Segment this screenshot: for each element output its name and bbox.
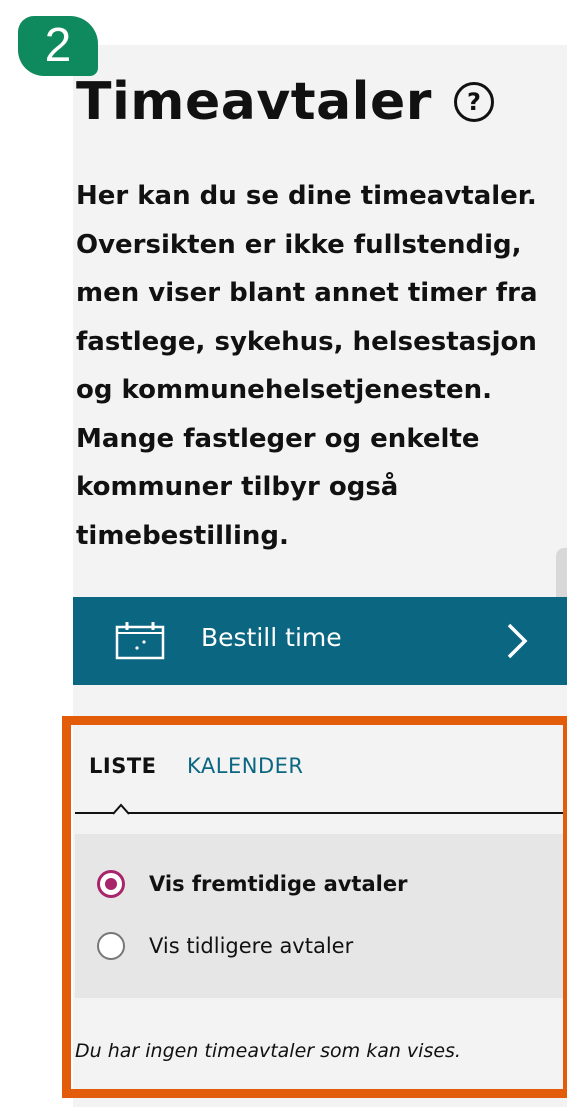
- title-row: Timeavtaler ?: [76, 62, 494, 142]
- page-title: Timeavtaler: [76, 72, 432, 132]
- highlight-frame: [62, 716, 567, 1098]
- help-icon[interactable]: ?: [453, 82, 494, 122]
- book-appointment-button[interactable]: Bestill time: [73, 597, 567, 685]
- intro-text: Her kan du se dine timeavtaler. Oversikt…: [76, 181, 538, 551]
- calendar-icon: [115, 622, 165, 660]
- book-appointment-label: Bestill time: [201, 623, 342, 652]
- chevron-right-icon: [507, 623, 528, 659]
